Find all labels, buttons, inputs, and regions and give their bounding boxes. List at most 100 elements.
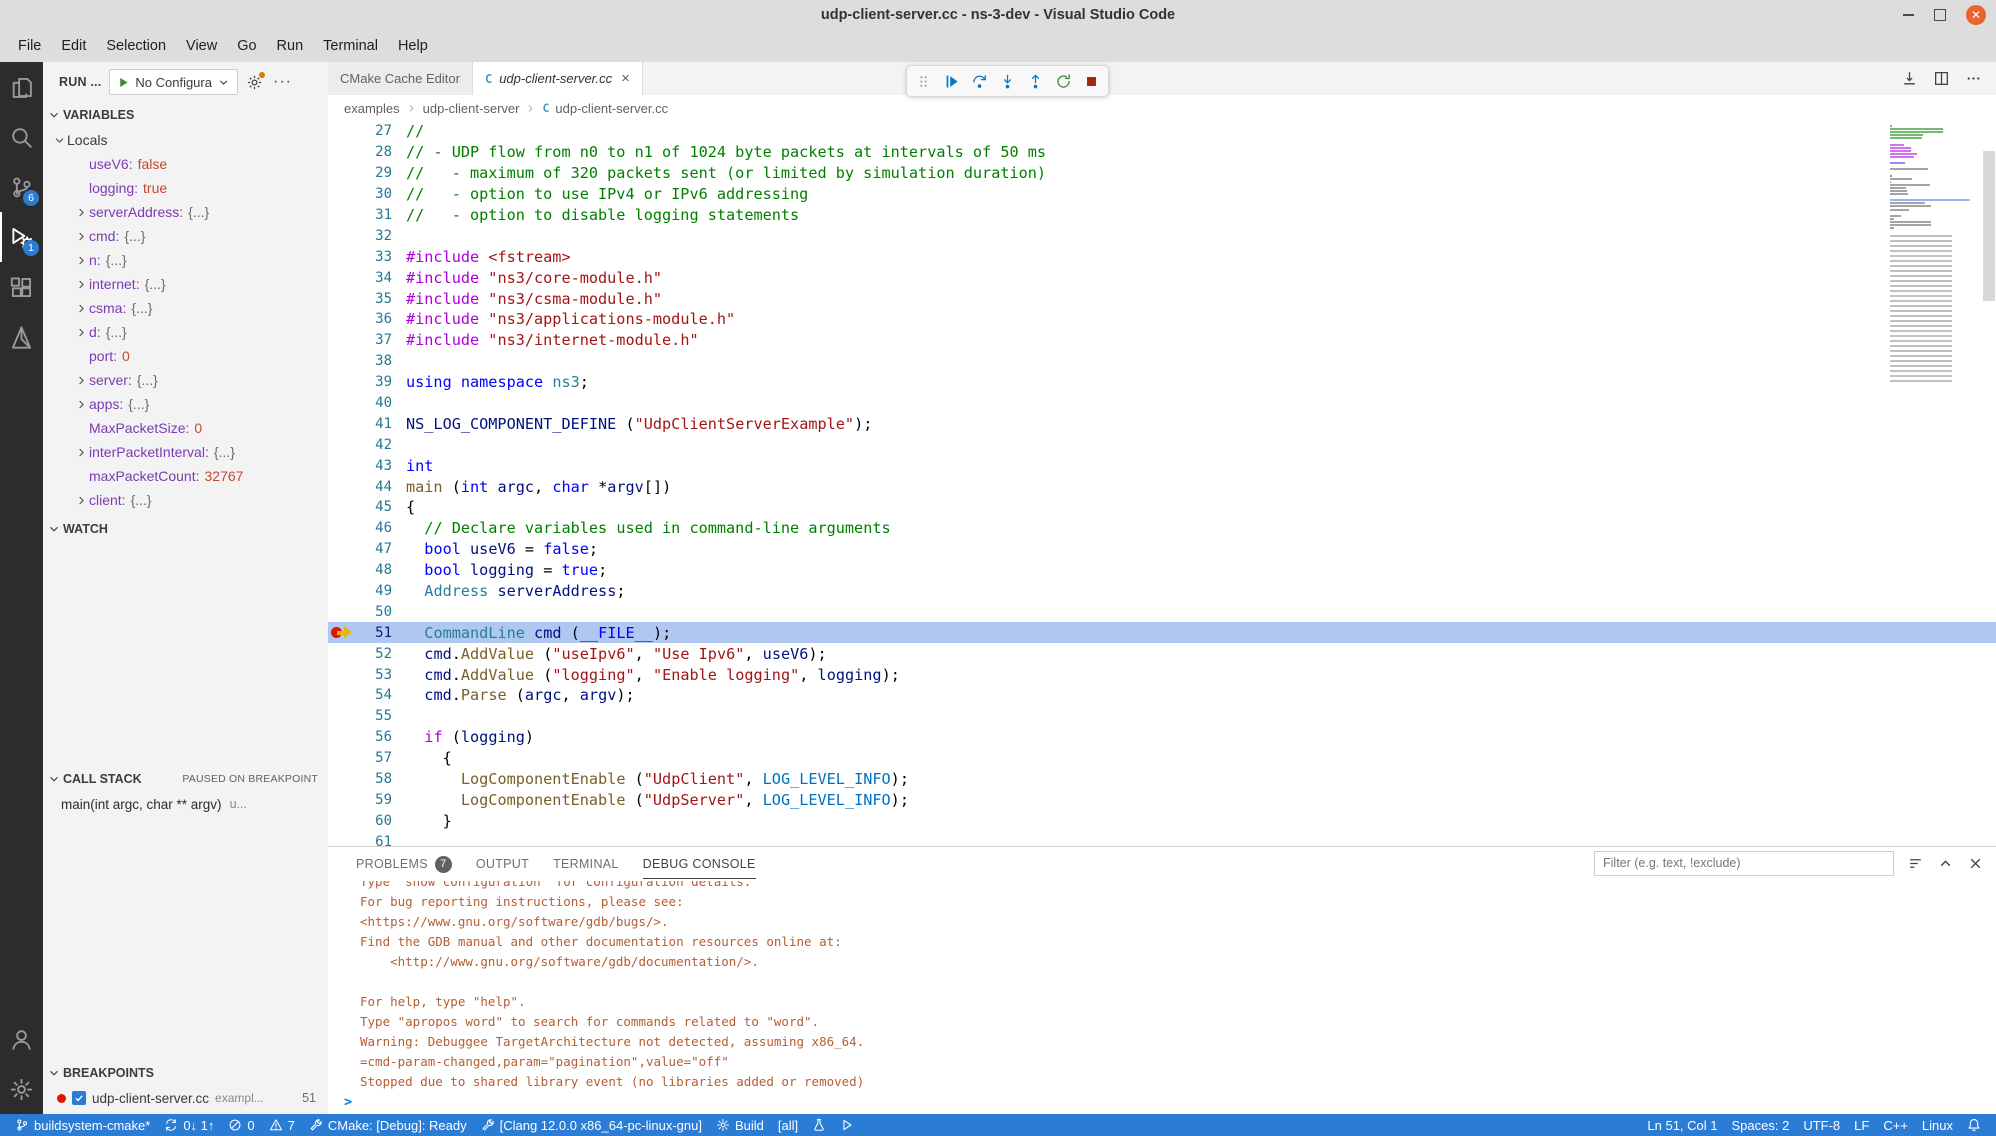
activity-extensions-icon[interactable]	[0, 262, 43, 312]
maximize-panel-icon[interactable]	[1937, 855, 1954, 872]
console-filter-input[interactable]	[1594, 851, 1894, 876]
breakpoint-gutter[interactable]	[328, 288, 358, 309]
activity-source-control-icon[interactable]: 6	[0, 162, 43, 212]
code-line[interactable]: 37#include "ns3/internet-module.h"	[328, 330, 1996, 351]
breakpoint-gutter[interactable]	[328, 455, 358, 476]
breakpoint-gutter[interactable]	[328, 643, 358, 664]
chevron-right-icon[interactable]	[73, 372, 89, 388]
start-debug-icon[interactable]	[117, 76, 130, 89]
breakpoint-gutter[interactable]	[328, 393, 358, 414]
breakpoint-gutter[interactable]	[328, 560, 358, 581]
code-line[interactable]: 60 }	[328, 810, 1996, 831]
continue-button-icon[interactable]	[938, 68, 965, 94]
watch-section-header[interactable]: WATCH	[43, 516, 328, 542]
status-error-count[interactable]: 0	[221, 1114, 261, 1136]
code-line[interactable]: 55	[328, 706, 1996, 727]
panel-tab-problems[interactable]: PROBLEMS7	[356, 847, 452, 879]
code-line[interactable]: 49 Address serverAddress;	[328, 581, 1996, 602]
variable-row[interactable]: Locals	[43, 128, 328, 152]
step-over-button-icon[interactable]	[966, 68, 993, 94]
breakpoint-gutter[interactable]	[328, 622, 358, 643]
breakpoint-gutter[interactable]	[328, 476, 358, 497]
code-line[interactable]: 47 bool useV6 = false;	[328, 539, 1996, 560]
variable-row[interactable]: logging:true	[43, 176, 328, 200]
breakpoint-checkbox[interactable]	[72, 1091, 86, 1105]
variable-row[interactable]: client:{...}	[43, 488, 328, 512]
code-line[interactable]: 50	[328, 601, 1996, 622]
menu-view[interactable]: View	[176, 33, 227, 59]
variable-row[interactable]: serverAddress:{...}	[43, 200, 328, 224]
step-into-button-icon[interactable]	[994, 68, 1021, 94]
breakpoint-gutter[interactable]	[328, 748, 358, 769]
menu-run[interactable]: Run	[267, 33, 314, 59]
split-editor-icon[interactable]	[1933, 70, 1950, 87]
breakpoint-gutter[interactable]	[328, 309, 358, 330]
code-line[interactable]: 28// - UDP flow from n0 to n1 of 1024 by…	[328, 142, 1996, 163]
code-line[interactable]: 53 cmd.AddValue ("logging", "Enable logg…	[328, 664, 1996, 685]
status-encoding[interactable]: UTF-8	[1796, 1114, 1847, 1136]
variable-row[interactable]: interPacketInterval:{...}	[43, 440, 328, 464]
debug-settings-gear-icon[interactable]	[246, 74, 263, 91]
step-out-button-icon[interactable]	[1022, 68, 1049, 94]
status-git-sync[interactable]: 0↓ 1↑	[157, 1114, 221, 1136]
status-cmake-status[interactable]: CMake: [Debug]: Ready	[302, 1114, 474, 1136]
status-eol[interactable]: LF	[1847, 1114, 1876, 1136]
chevron-right-icon[interactable]	[73, 396, 89, 412]
chevron-down-icon[interactable]	[51, 132, 67, 148]
breakpoint-gutter[interactable]	[328, 664, 358, 685]
variable-row[interactable]: server:{...}	[43, 368, 328, 392]
code-line[interactable]: 46 // Declare variables used in command-…	[328, 518, 1996, 539]
breakpoint-gutter[interactable]	[328, 581, 358, 602]
chevron-right-icon[interactable]	[73, 204, 89, 220]
breakpoint-gutter[interactable]	[328, 518, 358, 539]
status-cmake-test[interactable]	[805, 1114, 833, 1136]
status-cursor-position[interactable]: Ln 51, Col 1	[1640, 1114, 1724, 1136]
code-line[interactable]: 42	[328, 434, 1996, 455]
activity-accounts-icon[interactable]	[0, 1014, 43, 1064]
breakpoint-gutter[interactable]	[328, 790, 358, 811]
variable-row[interactable]: MaxPacketSize:0	[43, 416, 328, 440]
tab-cmake-cache-editor[interactable]: CMake Cache Editor	[328, 62, 473, 95]
code-line[interactable]: 38	[328, 351, 1996, 372]
code-line[interactable]: 27//	[328, 121, 1996, 142]
variables-section-header[interactable]: VARIABLES	[43, 102, 328, 128]
menu-terminal[interactable]: Terminal	[313, 33, 388, 59]
breakpoint-gutter[interactable]	[328, 246, 358, 267]
breakpoint-gutter[interactable]	[328, 413, 358, 434]
console-input-prompt[interactable]: >	[328, 1092, 1996, 1112]
breakpoint-gutter[interactable]	[328, 372, 358, 393]
breakpoint-gutter[interactable]	[328, 706, 358, 727]
variable-row[interactable]: cmd:{...}	[43, 224, 328, 248]
code-line[interactable]: 48 bool logging = true;	[328, 560, 1996, 581]
breakpoint-gutter[interactable]	[328, 121, 358, 142]
code-line[interactable]: 34#include "ns3/core-module.h"	[328, 267, 1996, 288]
more-actions-icon[interactable]: ···	[271, 73, 294, 91]
breakpoint-gutter[interactable]	[328, 601, 358, 622]
status-notifications-bell[interactable]	[1960, 1114, 1988, 1136]
variable-row[interactable]: port:0	[43, 344, 328, 368]
breakpoint-gutter[interactable]	[328, 142, 358, 163]
breakpoint-gutter[interactable]	[328, 351, 358, 372]
variable-row[interactable]: maxPacketCount:32767	[43, 464, 328, 488]
status-cmake-launch[interactable]	[833, 1114, 861, 1136]
variable-row[interactable]: d:{...}	[43, 320, 328, 344]
activity-search-icon[interactable]	[0, 112, 43, 162]
breakpoint-gutter[interactable]	[328, 434, 358, 455]
maximize-icon[interactable]	[1934, 9, 1946, 21]
menu-file[interactable]: File	[8, 33, 51, 59]
chevron-right-icon[interactable]	[73, 324, 89, 340]
status-os-label[interactable]: Linux	[1915, 1114, 1960, 1136]
menu-help[interactable]: Help	[388, 33, 438, 59]
code-line[interactable]: 40	[328, 393, 1996, 414]
code-line[interactable]: 52 cmd.AddValue ("useIpv6", "Use Ipv6", …	[328, 643, 1996, 664]
chevron-right-icon[interactable]	[73, 300, 89, 316]
code-line[interactable]: 54 cmd.Parse (argc, argv);	[328, 685, 1996, 706]
breakpoint-gutter[interactable]	[328, 184, 358, 205]
minimap[interactable]	[1890, 125, 1976, 383]
breakpoint-row[interactable]: udp-client-server.cc exampl... 51	[43, 1086, 328, 1110]
status-indentation[interactable]: Spaces: 2	[1725, 1114, 1797, 1136]
close-tab-icon[interactable]: ×	[621, 70, 630, 87]
breakpoint-gutter[interactable]	[328, 810, 358, 831]
code-line[interactable]: 61	[328, 831, 1996, 846]
menu-edit[interactable]: Edit	[51, 33, 96, 59]
